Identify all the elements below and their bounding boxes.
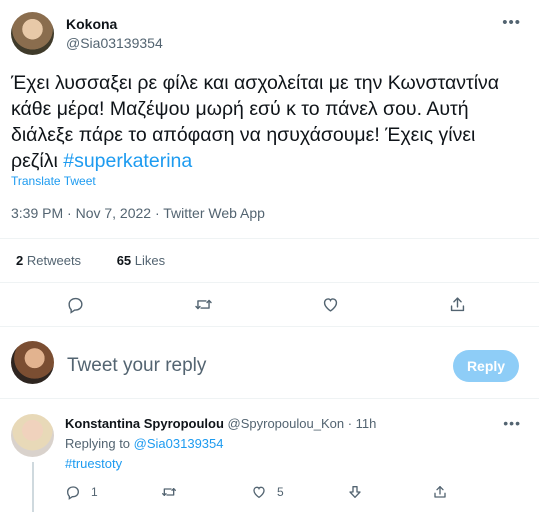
reply-count: 1 xyxy=(91,485,98,499)
likes-count: 65 xyxy=(116,253,132,268)
share-action[interactable] xyxy=(432,483,458,501)
share-icon xyxy=(434,486,446,498)
user-handle[interactable]: @Sia03139354 xyxy=(66,35,163,51)
retweet-icon xyxy=(162,488,176,496)
reply-button[interactable]: Reply xyxy=(453,350,519,382)
reply-icon xyxy=(66,486,80,500)
hashtag-link[interactable]: #truestoty xyxy=(65,456,122,471)
divider xyxy=(0,282,539,283)
retweets-count: 2 xyxy=(16,253,24,268)
display-name[interactable]: Konstantina Spyropoulou xyxy=(65,416,224,431)
separator: · xyxy=(347,416,353,431)
translate-tweet-link[interactable]: Translate Tweet xyxy=(11,174,96,188)
retweet-icon[interactable] xyxy=(191,292,215,316)
reply-tweet-header: Konstantina Spyropoulou @Spyropoulou_Kon… xyxy=(65,416,376,431)
more-dots-icon[interactable]: ••• xyxy=(503,415,521,431)
downvote-icon xyxy=(349,486,361,498)
more-dots-icon[interactable]: ••• xyxy=(502,14,521,31)
likes-label: Likes xyxy=(134,253,166,268)
likes-stat[interactable]: 65 Likes xyxy=(117,253,165,268)
retweets-label: Retweets xyxy=(26,253,82,268)
replying-to: Replying to @Sia03139354 xyxy=(65,436,224,451)
tweet-stats: 2 Retweets 65 Likes xyxy=(16,253,181,268)
hashtag-link[interactable]: #superkaterina xyxy=(63,150,192,172)
thread-line xyxy=(32,462,34,512)
reply-input[interactable]: Tweet your reply xyxy=(67,355,206,377)
like-action[interactable]: 5 xyxy=(251,483,284,501)
like-count: 5 xyxy=(277,485,284,499)
replying-prefix: Replying to xyxy=(65,436,131,451)
user-handle[interactable]: @Spyropoulou_Kon xyxy=(228,416,345,431)
divider xyxy=(0,238,539,239)
divider xyxy=(0,326,539,327)
avatar[interactable] xyxy=(11,12,54,55)
avatar xyxy=(11,341,54,384)
divider xyxy=(0,398,539,399)
retweets-stat[interactable]: 2 Retweets xyxy=(16,253,81,268)
reply-time[interactable]: 11h xyxy=(356,416,377,431)
tweet-text: Έχει λυσσαξει ρε φίλε και ασχολείται με … xyxy=(11,70,526,174)
reply-icon[interactable] xyxy=(63,292,87,316)
downvote-action[interactable] xyxy=(347,483,373,501)
reply-action[interactable]: 1 xyxy=(65,483,98,501)
share-icon[interactable] xyxy=(445,292,469,316)
replying-to-link[interactable]: @Sia03139354 xyxy=(134,436,224,451)
tweet-timestamp[interactable]: 3:39 PM · Nov 7, 2022 · Twitter Web App xyxy=(11,205,265,221)
display-name[interactable]: Kokona xyxy=(66,16,117,32)
like-icon xyxy=(253,486,265,499)
retweet-action[interactable] xyxy=(161,483,187,501)
tweet-detail-page: Kokona @Sia03139354 ••• Έχει λυσσαξει ρε… xyxy=(0,0,539,512)
like-icon[interactable] xyxy=(318,292,342,316)
avatar[interactable] xyxy=(11,414,54,457)
